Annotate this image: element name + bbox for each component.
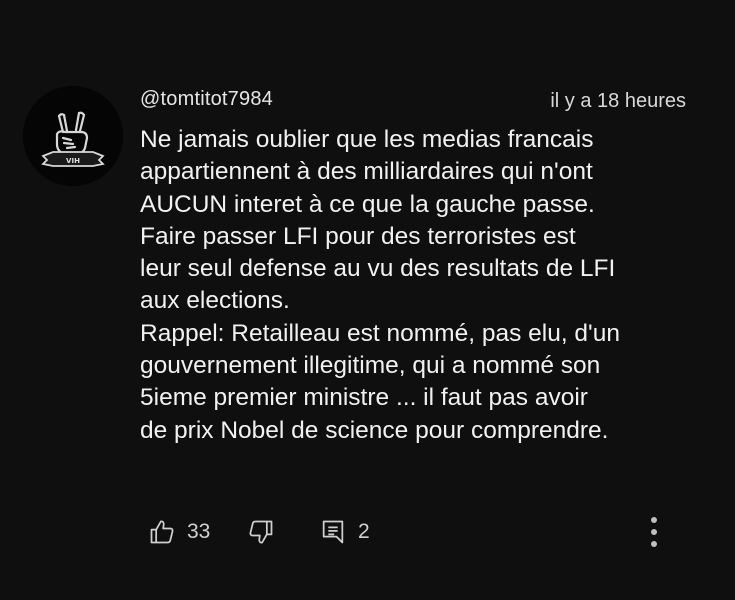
like-count: 33 <box>187 520 211 543</box>
avatar-banner-text: VIH <box>66 157 80 165</box>
comment-line: Ne jamais oublier que les medias francai… <box>140 126 594 153</box>
comment-author[interactable]: @tomtitot7984 <box>140 88 273 111</box>
comment-timestamp[interactable]: il y a 18 heures <box>550 90 686 113</box>
more-options-button[interactable] <box>640 514 668 550</box>
avatar-image: VIH <box>23 86 123 186</box>
reply-comment-icon <box>322 520 344 544</box>
comment-line: appartiennent à des milliardaires qui n'… <box>140 158 593 186</box>
comment-line: de prix Nobel de science pour comprendre… <box>140 416 609 444</box>
comment-line: leur seul defense au vu des resultats de… <box>140 255 616 283</box>
dislike-button[interactable] <box>247 512 275 552</box>
more-vertical-icon-dot <box>651 529 657 535</box>
more-vertical-icon <box>651 517 657 523</box>
reply-count: 2 <box>358 520 370 543</box>
more-vertical-icon-dot <box>651 541 657 547</box>
reply-button[interactable]: 2 <box>319 512 370 552</box>
comment-line: Faire passer LFI pour des terroristes es… <box>140 222 576 250</box>
comment-action-bar: 33 2 <box>140 512 700 552</box>
comment-text: Ne jamais oublier que les medias francai… <box>140 124 710 447</box>
like-button[interactable]: 33 <box>148 512 210 552</box>
thumbs-down-icon <box>249 520 273 544</box>
thumbs-up-icon <box>150 520 174 544</box>
comment-line: AUCUN interet à ce que la gauche passe. <box>140 190 595 218</box>
comment-line: 5ieme premier ministre ... il faut pas a… <box>140 384 588 412</box>
comment-line: gouvernement illegitime, qui a nommé son <box>140 352 601 380</box>
avatar[interactable]: VIH <box>23 86 123 186</box>
comment-line: aux elections. <box>140 287 290 315</box>
comment-line: Rappel: Retailleau est nommé, pas elu, d… <box>140 319 620 347</box>
